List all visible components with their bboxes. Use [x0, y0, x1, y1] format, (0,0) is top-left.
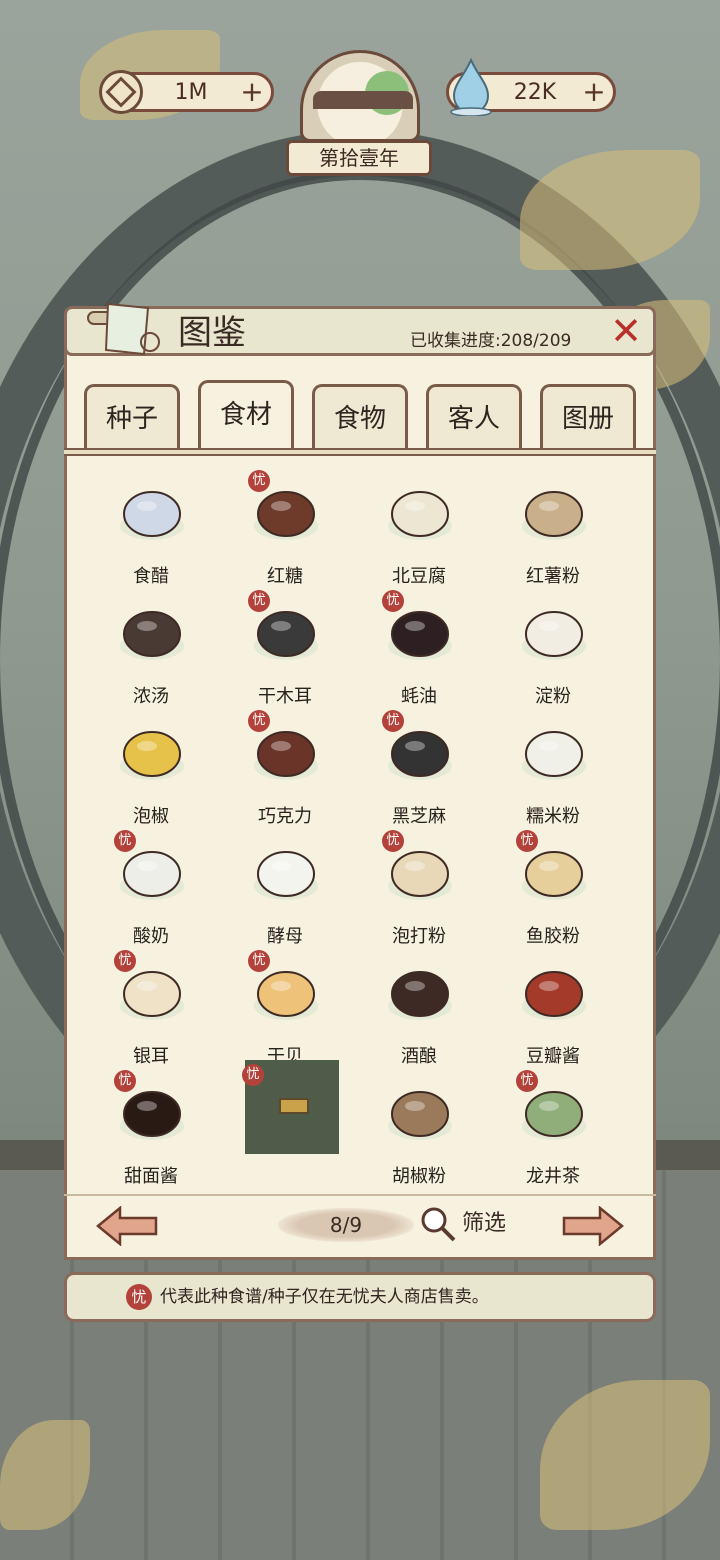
page-indicator: 8/9	[278, 1208, 414, 1242]
ingredient-name: 龙井茶	[526, 1166, 580, 1187]
ingredient-item[interactable]: 浓汤	[84, 590, 218, 710]
exclusive-badge-icon: 忧	[242, 1064, 264, 1086]
ingredient-icon	[519, 596, 589, 666]
ingredient-item[interactable]: 忧鱼胶粉	[486, 830, 620, 950]
ingredient-item[interactable]: 泡椒	[84, 710, 218, 830]
close-button[interactable]: ✕	[606, 312, 646, 352]
ingredient-item[interactable]: 忧干贝	[218, 950, 352, 1070]
ingredient-name: 泡打粉	[392, 926, 446, 947]
exclusive-badge-icon: 忧	[248, 590, 270, 612]
tab-seeds[interactable]: 种子	[84, 384, 180, 448]
tab-guests[interactable]: 客人	[426, 384, 522, 448]
coin-counter: 1M +	[99, 70, 274, 114]
ingredient-name: 泡椒	[133, 806, 169, 827]
tab-album[interactable]: 图册	[540, 384, 636, 448]
ingredient-name: 甜面酱	[124, 1166, 178, 1187]
ingredient-item[interactable]: 忧泡打粉	[352, 830, 486, 950]
exclusive-badge-icon: 忧	[126, 1284, 152, 1310]
exclusive-badge-icon: 忧	[382, 590, 404, 612]
ingredient-icon	[117, 716, 187, 786]
ingredient-item[interactable]: 酵母	[218, 830, 352, 950]
tab-ingredients[interactable]: 食材	[198, 380, 294, 452]
ingredient-item[interactable]: 忧干木耳	[218, 590, 352, 710]
ingredient-item[interactable]: 忧甜面酱	[84, 1070, 218, 1190]
ingredient-item[interactable]: 红薯粉	[486, 470, 620, 590]
exclusive-badge-icon: 忧	[248, 470, 270, 492]
ingredient-name: 红糖	[267, 566, 303, 587]
ingredient-icon	[251, 836, 321, 906]
ingredient-item[interactable]: 糯米粉	[486, 710, 620, 830]
ingredient-item[interactable]: 忧银耳	[84, 950, 218, 1070]
ingredient-icon	[385, 476, 455, 546]
prev-page-arrow-icon[interactable]	[96, 1206, 158, 1246]
ingredient-name: 食醋	[133, 566, 169, 587]
ingredient-icon	[519, 476, 589, 546]
codex-tabs: 种子 食材 食物 客人 图册	[84, 380, 644, 452]
year-label: 第拾壹年	[286, 140, 432, 176]
ingredient-name: 黑芝麻	[392, 806, 446, 827]
ingredient-name: 糯米粉	[526, 806, 580, 827]
exclusive-badge-icon: 忧	[114, 1070, 136, 1092]
ingredient-name: 干木耳	[258, 686, 312, 707]
ingredient-icon	[385, 1076, 455, 1146]
ingredient-name: 北豆腐	[392, 566, 446, 587]
exclusive-badge-icon: 忧	[516, 1070, 538, 1092]
exclusive-badge-icon: 忧	[382, 830, 404, 852]
ingredient-name: 红薯粉	[526, 566, 580, 587]
ingredient-item[interactable]: 忧巧克力	[218, 710, 352, 830]
add-coins-button[interactable]: +	[239, 78, 265, 106]
search-icon[interactable]	[418, 1204, 458, 1244]
coin-icon	[99, 70, 143, 114]
filter-button[interactable]: 筛选	[462, 1206, 506, 1242]
exclusive-badge-icon: 忧	[248, 710, 270, 732]
ingredient-name: 浓汤	[133, 686, 169, 707]
ingredient-name: 鱼胶粉	[526, 926, 580, 947]
coin-value: 1M	[174, 79, 208, 105]
hint-text: 代表此种食谱/种子仅在无忧夫人商店售卖。	[160, 1287, 489, 1307]
collection-progress: 已收集进度:208/209	[410, 331, 572, 351]
ingredient-name: 豆瓣酱	[526, 1046, 580, 1067]
ingredient-name: 巧克力	[258, 806, 312, 827]
ingredient-name: 酸奶	[133, 926, 169, 947]
ingredient-item[interactable]: 忧蚝油	[352, 590, 486, 710]
ingredient-item[interactable]: 忧红糖	[218, 470, 352, 590]
ingredient-icon	[117, 476, 187, 546]
exclusive-badge-icon: 忧	[114, 830, 136, 852]
ingredient-item[interactable]: 忧	[218, 1060, 352, 1190]
ingredient-name: 淀粉	[535, 686, 571, 707]
ingredient-item[interactable]: 胡椒粉	[352, 1070, 486, 1190]
ingredient-item[interactable]: 豆瓣酱	[486, 950, 620, 1070]
ingredient-icon	[519, 956, 589, 1026]
ingredient-icon	[385, 956, 455, 1026]
ingredient-name: 酒酿	[401, 1046, 437, 1067]
scroll-icon	[87, 302, 160, 356]
ingredient-name: 胡椒粉	[392, 1166, 446, 1187]
ingredient-item[interactable]: 北豆腐	[352, 470, 486, 590]
ingredient-item[interactable]: 酒酿	[352, 950, 486, 1070]
ingredient-item[interactable]: 忧龙井茶	[486, 1070, 620, 1190]
ingredient-name: 蚝油	[401, 686, 437, 707]
exclusive-badge-icon: 忧	[248, 950, 270, 972]
add-water-button[interactable]: +	[581, 78, 607, 106]
ingredient-item[interactable]: 食醋	[84, 470, 218, 590]
water-value: 22K	[513, 79, 557, 105]
exclusive-badge-icon: 忧	[382, 710, 404, 732]
exclusive-badge-icon: 忧	[516, 830, 538, 852]
ingredient-icon	[519, 716, 589, 786]
exclusive-badge-icon: 忧	[114, 950, 136, 972]
water-drop-icon	[450, 58, 492, 116]
ingredient-item[interactable]: 忧黑芝麻	[352, 710, 486, 830]
ingredient-item[interactable]: 忧酸奶	[84, 830, 218, 950]
ingredient-name: 酵母	[267, 926, 303, 947]
next-page-arrow-icon[interactable]	[562, 1206, 624, 1246]
tab-food[interactable]: 食物	[312, 384, 408, 448]
ingredient-item[interactable]: 淀粉	[486, 590, 620, 710]
ingredient-name: 银耳	[133, 1046, 169, 1067]
codex-title: 图鉴	[178, 313, 246, 353]
ingredient-icon	[117, 596, 187, 666]
tab-divider	[64, 448, 656, 456]
